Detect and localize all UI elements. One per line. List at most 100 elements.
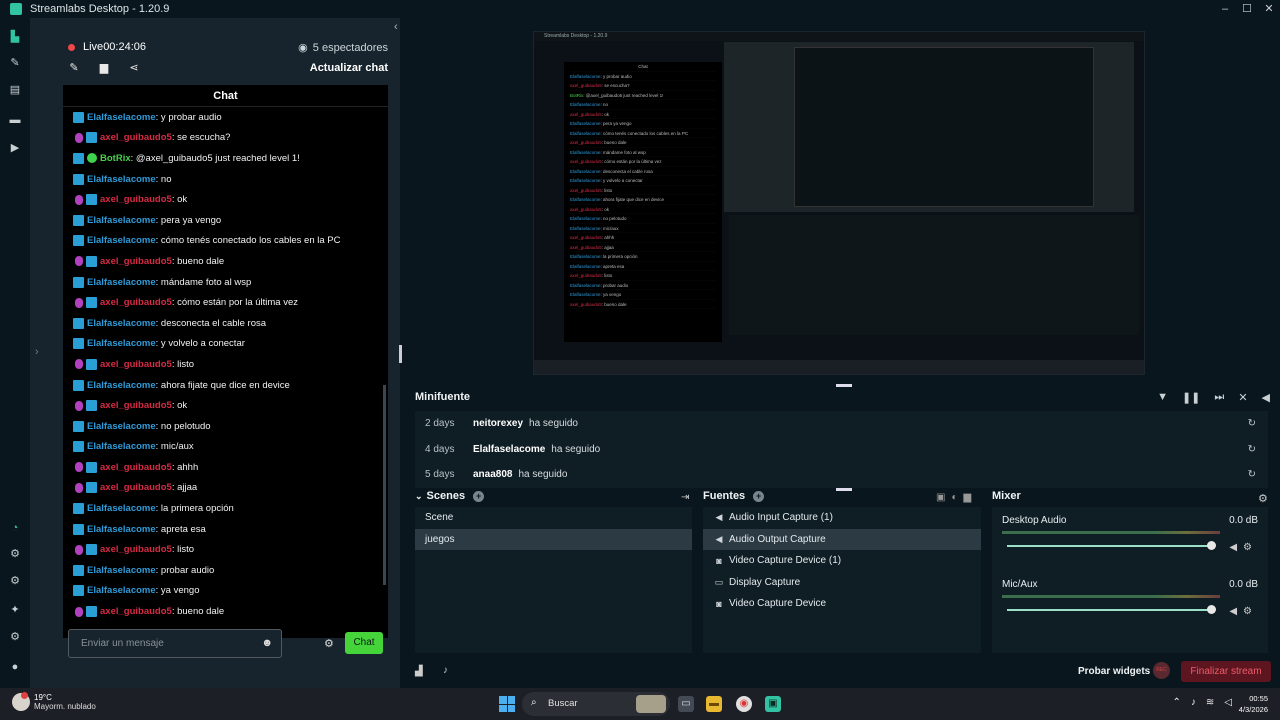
editor-icon[interactable]: ▙: [9, 31, 21, 43]
chat-username[interactable]: axel_guibaudo5: [100, 256, 172, 267]
layout-icon[interactable]: ▬: [9, 114, 21, 126]
source-item[interactable]: ◀ Audio Output Capture: [703, 528, 981, 550]
chat-username[interactable]: Elalfaselacome: [87, 277, 156, 288]
stream-preview[interactable]: Streamlabs Desktop - 1.20.9 Chat Elalfase…: [533, 31, 1145, 375]
chrome-icon[interactable]: ◉: [736, 696, 752, 712]
mute-alerts-icon[interactable]: ✕: [1238, 391, 1247, 404]
wifi-icon[interactable]: ≋: [1206, 697, 1214, 708]
magic-icon[interactable]: ✦: [9, 604, 21, 616]
file-explorer-icon[interactable]: ▬: [706, 696, 722, 712]
close-button[interactable]: ✕: [1258, 0, 1280, 18]
store-icon[interactable]: ▤: [9, 84, 21, 96]
add-source-icon[interactable]: +: [753, 490, 765, 502]
mixer-channel-icons[interactable]: ◀⚙: [1229, 542, 1258, 553]
chevron-left-icon[interactable]: ‹: [394, 21, 398, 33]
chevron-right-icon[interactable]: ›: [35, 346, 39, 358]
send-chat-button[interactable]: Chat: [345, 632, 383, 654]
volume-icon[interactable]: ◀: [1262, 391, 1270, 404]
chat-input[interactable]: Enviar un mensaje ☻: [68, 629, 282, 658]
scene-item[interactable]: Scene: [415, 507, 692, 529]
source-tools-icons[interactable]: ▣◐▆: [936, 492, 977, 503]
chat-username[interactable]: Elalfaselacome: [87, 235, 156, 246]
profile-icon[interactable]: ●: [9, 661, 21, 673]
chat-username[interactable]: Elalfaselacome: [87, 421, 156, 432]
chat-username[interactable]: axel_guibaudo5: [100, 544, 172, 555]
chat-username[interactable]: axel_guibaudo5: [100, 194, 172, 205]
chat-username[interactable]: Elalfaselacome: [87, 441, 156, 452]
chat-username[interactable]: Elalfaselacome: [87, 524, 156, 535]
speaker-icon[interactable]: ◁: [1224, 697, 1232, 708]
chat-username[interactable]: Elalfaselacome: [87, 215, 156, 226]
dashboard-tool-icon[interactable]: ▆: [98, 61, 110, 74]
chat-username[interactable]: Elalfaselacome: [87, 174, 156, 185]
scene-transition-icon[interactable]: ⇥: [681, 492, 689, 503]
scene-item[interactable]: juegos: [415, 528, 692, 550]
chat-username[interactable]: axel_guibaudo5: [100, 359, 172, 370]
chat-username[interactable]: axel_guibaudo5: [100, 400, 172, 411]
panel-resize-handle[interactable]: [399, 345, 402, 363]
add-scene-icon[interactable]: +: [473, 490, 485, 502]
minimize-button[interactable]: –: [1214, 0, 1236, 18]
skip-icon[interactable]: ⏭: [1214, 391, 1224, 404]
performance-icon[interactable]: ▟: [415, 666, 423, 677]
windows-start-icon[interactable]: [499, 696, 515, 712]
preview-resize-handle[interactable]: [836, 384, 852, 387]
chat-username[interactable]: Elalfaselacome: [87, 585, 156, 596]
tools-icon[interactable]: ⚙: [9, 548, 21, 560]
themes-icon[interactable]: ✎: [9, 57, 21, 69]
chat-username[interactable]: axel_guibaudo5: [100, 297, 172, 308]
notifications-icon[interactable]: ♪: [443, 665, 448, 676]
play-icon[interactable]: ▶: [9, 142, 21, 154]
mixer-settings-icon[interactable]: ⚙: [1258, 492, 1268, 505]
chat-username[interactable]: Elalfaselacome: [87, 318, 156, 329]
volume-slider[interactable]: [1007, 609, 1215, 611]
test-widgets-button[interactable]: Probar widgets: [1078, 666, 1150, 677]
integrations-icon[interactable]: ⚙: [9, 575, 21, 587]
volume-slider[interactable]: [1007, 545, 1215, 547]
chat-username[interactable]: axel_guibaudo5: [100, 132, 172, 143]
volume-slider-knob[interactable]: [1207, 605, 1216, 614]
weather-widget[interactable]: 19°C Mayorm. nublado: [12, 692, 96, 711]
chat-scrollbar[interactable]: [383, 385, 386, 585]
mixer-channel-icons[interactable]: ◀⚙: [1229, 606, 1258, 617]
chat-username[interactable]: Elalfaselacome: [87, 503, 156, 514]
replay-icon[interactable]: ↻: [1248, 418, 1256, 429]
sword-badge-icon: [86, 400, 97, 412]
chat-settings-icon[interactable]: ⚙: [324, 637, 334, 650]
source-label: Audio Output Capture: [729, 533, 826, 545]
docks-resize-handle[interactable]: [836, 488, 852, 491]
record-button[interactable]: REC: [1153, 662, 1170, 679]
replay-icon[interactable]: ↻: [1248, 444, 1256, 455]
end-stream-button[interactable]: Finalizar stream: [1181, 661, 1271, 682]
emoji-icon[interactable]: ☻: [261, 637, 273, 649]
pause-icon[interactable]: ❚❚: [1182, 391, 1200, 404]
chat-username[interactable]: Elalfaselacome: [87, 338, 156, 349]
chevron-down-icon[interactable]: ⌄: [415, 491, 423, 502]
microphone-icon[interactable]: ♪: [1191, 697, 1196, 708]
source-item[interactable]: ◙ Video Capture Device: [703, 593, 981, 615]
dashboard-icon[interactable]: ◔: [9, 522, 21, 534]
replay-icon[interactable]: ↻: [1248, 469, 1256, 480]
share-icon[interactable]: ⋖: [128, 61, 140, 74]
source-item[interactable]: ▭ Display Capture: [703, 572, 981, 594]
settings-icon[interactable]: ⚙: [9, 631, 21, 643]
clock[interactable]: 00:55 4/3/2026: [1239, 693, 1268, 715]
source-item[interactable]: ◀ Audio Input Capture (1): [703, 507, 981, 529]
chat-username[interactable]: axel_guibaudo5: [100, 462, 172, 473]
chat-username[interactable]: axel_guibaudo5: [100, 482, 172, 493]
streamlabs-taskbar-icon[interactable]: ▣: [765, 696, 781, 712]
refresh-chat-button[interactable]: Actualizar chat: [310, 62, 388, 74]
chat-username[interactable]: axel_guibaudo5: [100, 606, 172, 617]
volume-slider-knob[interactable]: [1207, 541, 1216, 550]
chat-username[interactable]: Elalfaselacome: [87, 380, 156, 391]
maximize-button[interactable]: ☐: [1236, 0, 1258, 18]
edit-icon[interactable]: ✎: [68, 61, 80, 74]
chat-username[interactable]: BotRix: [100, 153, 131, 164]
chevron-up-icon[interactable]: ⌃: [1173, 697, 1181, 708]
task-view-icon[interactable]: ▭: [678, 696, 694, 712]
chat-username[interactable]: Elalfaselacome: [87, 112, 156, 123]
chat-username[interactable]: Elalfaselacome: [87, 565, 156, 576]
source-item[interactable]: ◙ Video Capture Device (1): [703, 550, 981, 572]
taskbar-search[interactable]: ⌕ Buscar: [522, 692, 670, 716]
filter-icon[interactable]: ▼: [1157, 391, 1168, 404]
